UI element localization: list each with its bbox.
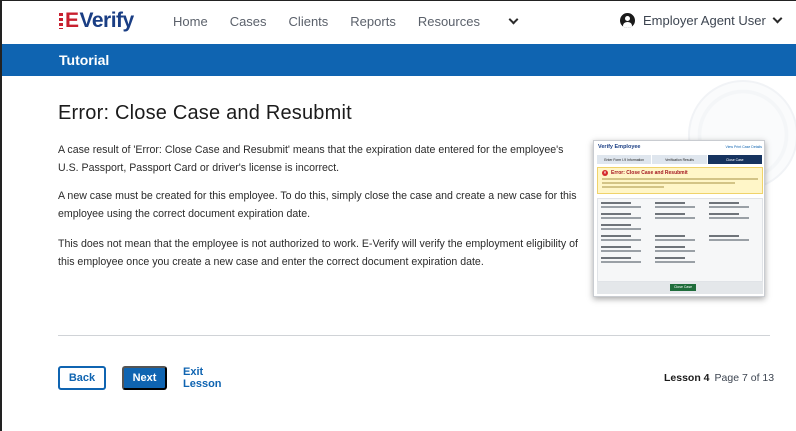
paragraph-2: A new case must be created for this empl… (58, 190, 577, 220)
thumb-field (709, 235, 759, 245)
paragraph-3: This does not mean that the employee is … (58, 238, 578, 268)
thumb-field (601, 235, 651, 245)
thumb-step-2: Verification Results (652, 155, 707, 164)
thumb-field (601, 213, 651, 223)
thumb-field (655, 213, 705, 223)
thumb-field (655, 246, 705, 256)
nav-cases[interactable]: Cases (230, 14, 267, 29)
chevron-down-icon (772, 13, 783, 24)
user-icon (620, 13, 635, 28)
top-navigation: E Verify Home Cases Clients Reports Reso… (0, 0, 796, 44)
error-icon: × (602, 170, 608, 176)
logo-text: Verify (79, 9, 135, 32)
banner-title: Tutorial (59, 52, 110, 68)
nav-reports[interactable]: Reports (350, 14, 396, 29)
thumb-title: Verify Employee (598, 144, 641, 150)
thumb-field (655, 235, 705, 245)
thumb-steps: Enter Form I-9 Information Verification … (597, 155, 763, 164)
thumb-details-grid (597, 198, 763, 282)
nav-resources[interactable]: Resources (418, 14, 539, 29)
thumb-field (709, 213, 759, 223)
thumb-alert-line (602, 182, 735, 184)
page-counter: Page 7 of 13 (714, 372, 775, 384)
paragraph-1: A case result of 'Error: Close Case and … (58, 144, 564, 174)
thumb-alert-title: Error: Close Case and Resubmit (611, 170, 688, 176)
logo-stripes (59, 13, 63, 29)
logo-prefix: E (65, 9, 79, 32)
case-screenshot-thumbnail: Verify Employee View Print Case Details … (593, 140, 765, 297)
user-menu[interactable]: Employer Agent User (620, 13, 783, 28)
thumb-footer: Close Case (597, 282, 763, 294)
back-button[interactable]: Back (58, 366, 106, 390)
thumb-view-link: View Print Case Details (725, 145, 762, 149)
thumb-header: Verify Employee View Print Case Details (594, 141, 764, 153)
main-nav: Home Cases Clients Reports Resources (173, 14, 561, 29)
thumb-field (709, 246, 759, 256)
nav-clients[interactable]: Clients (289, 14, 329, 29)
thumb-field (655, 224, 705, 234)
thumb-alert-line (602, 186, 665, 188)
nav-resources-label: Resources (417, 14, 480, 29)
tutorial-banner: Tutorial (2, 44, 796, 76)
lesson-progress: Lesson 4 Page 7 of 13 (664, 372, 774, 384)
chevron-down-icon (508, 14, 519, 25)
user-name: Employer Agent User (643, 13, 766, 28)
nav-home[interactable]: Home (173, 14, 208, 29)
thumb-field (655, 257, 705, 267)
thumb-step-1: Enter Form I-9 Information (597, 155, 652, 164)
thumb-field (601, 202, 651, 212)
thumb-alert-line (602, 178, 758, 180)
footer-divider (58, 335, 770, 336)
thumb-field (709, 202, 759, 212)
lesson-number: Lesson 4 (664, 372, 710, 384)
next-button[interactable]: Next (122, 366, 167, 390)
page-title: Error: Close Case and Resubmit (58, 102, 352, 124)
everify-logo[interactable]: E Verify (59, 9, 134, 33)
exit-lesson-link[interactable]: Exit Lesson (183, 366, 241, 390)
thumb-field (709, 224, 759, 234)
thumb-field (601, 246, 651, 256)
thumb-close-case-button: Close Case (670, 284, 696, 291)
thumb-field (601, 257, 651, 267)
thumb-field (601, 224, 651, 234)
thumb-alert: × Error: Close Case and Resubmit (597, 167, 763, 194)
thumb-step-3: Close Case (707, 155, 762, 164)
thumb-field (655, 202, 705, 212)
